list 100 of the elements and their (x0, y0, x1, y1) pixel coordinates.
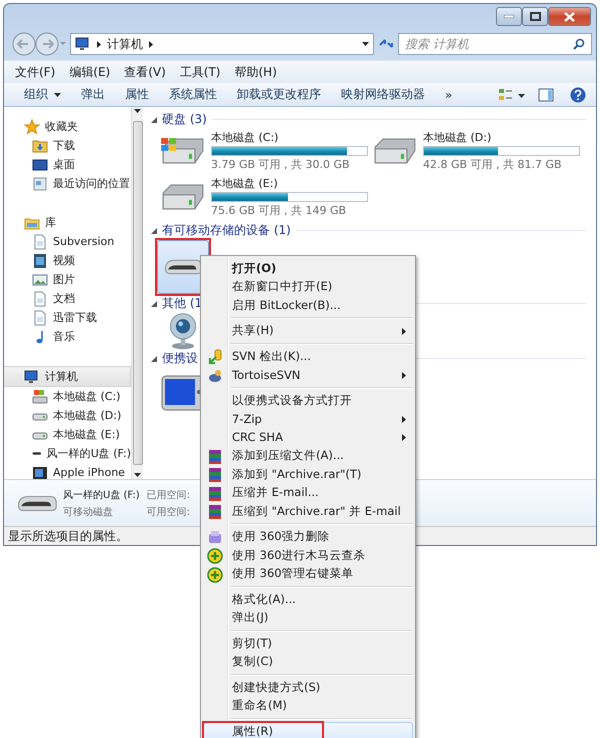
menu-item[interactable]: 工具(T) (172, 64, 228, 80)
computer-icon (75, 36, 91, 52)
toolbar-button[interactable]: 系统属性 (161, 86, 229, 103)
breadcrumb-arrow-icon[interactable] (97, 40, 101, 48)
help-icon[interactable] (570, 86, 586, 102)
detail-label: 已用空间: (146, 488, 190, 502)
sidebar-item[interactable]: 迅雷下载 (4, 308, 131, 327)
video-icon (32, 252, 48, 268)
drive-item[interactable]: 本地磁盘 (D:) 42.8 GB 可用 , 共 81.7 GB (371, 130, 583, 172)
collapse-triangle-icon[interactable] (151, 116, 157, 122)
context-menu-item[interactable]: 使用 360进行木马云查杀 (203, 546, 413, 564)
context-menu-item[interactable]: 添加到 "Archive.rar"(T) (203, 465, 413, 484)
context-menu-item[interactable]: SVN 检出(K)... (203, 347, 413, 366)
context-menu-item[interactable]: 启用 BitLocker(B)... (203, 296, 413, 314)
desktop-icon (32, 156, 48, 172)
sidebar-label: 收藏夹 (45, 119, 78, 134)
toolbar-button[interactable]: 卸载或更改程序 (229, 86, 333, 103)
submenu-arrow-icon (402, 328, 406, 334)
context-menu-item[interactable]: 以便携式设备方式打开 (203, 391, 413, 410)
context-menu-item[interactable]: 属性(R) (203, 722, 413, 738)
sidebar-item[interactable]: Apple iPhone (4, 463, 131, 482)
toolbar-button[interactable]: 组织 (16, 86, 73, 103)
maximize-button[interactable] (522, 7, 548, 26)
context-menu-item[interactable]: 使用 360强力删除 (203, 528, 413, 546)
collapse-triangle-icon[interactable] (151, 228, 157, 234)
sidebar-label: Subversion (53, 235, 114, 248)
turtle-icon (207, 368, 223, 384)
sidebar-item[interactable]: 桌面 (4, 155, 131, 174)
context-menu-item[interactable]: 在新窗口中打开(E) (203, 278, 413, 296)
sidebar-label: 下载 (53, 138, 75, 153)
sidebar-item[interactable]: 本地磁盘 (C:) (4, 387, 131, 406)
sidebar-label: 本地磁盘 (C:) (53, 389, 120, 404)
checkout-arrow-icon (207, 349, 223, 365)
sidebar-label: 迅雷下载 (53, 310, 97, 325)
context-menu-item[interactable]: 重命名(M) (203, 696, 413, 715)
context-menu-item[interactable]: 添加到压缩文件(A)... (203, 446, 413, 465)
preview-pane-icon[interactable] (538, 86, 554, 102)
context-menu-item[interactable]: 使用 360管理右键菜单 (203, 564, 413, 583)
sidebar-item[interactable]: 库 (4, 213, 131, 232)
section-header: 其他 (1 (162, 295, 202, 312)
menu-item[interactable]: 文件(F) (8, 64, 62, 80)
sidebar-label: 最近访问的位置 (53, 176, 130, 191)
minimize-button[interactable] (496, 7, 522, 26)
context-menu-item[interactable]: 共享(H) (203, 322, 413, 340)
context-menu-item[interactable]: 格式化(A)... (203, 590, 413, 608)
drive-item[interactable]: 本地磁盘 (C:) 3.79 GB 可用 , 共 30.0 GB (159, 130, 371, 172)
sidebar-label: Apple iPhone (53, 466, 125, 479)
toolbar-button[interactable]: 映射网络驱动器 (333, 86, 437, 103)
context-menu-item[interactable]: 压缩到 "Archive.rar" 并 E-mail (203, 502, 413, 520)
toolbar-button[interactable]: » (437, 88, 464, 102)
sidebar-item[interactable]: 图片 (4, 270, 131, 289)
view-options-icon[interactable] (498, 86, 526, 102)
search-field[interactable]: 搜索 计算机 (398, 33, 592, 55)
collapse-triangle-icon[interactable] (151, 300, 157, 306)
sidebar-item[interactable]: Subversion (4, 232, 131, 251)
toolbar-button[interactable]: 属性 (117, 86, 161, 103)
drive-item[interactable]: 本地磁盘 (E:) 75.6 GB 可用 , 共 149 GB (159, 176, 371, 218)
sidebar-label: 音乐 (53, 329, 75, 344)
sidebar-item[interactable]: 音乐 (4, 327, 131, 346)
document-icon (32, 310, 48, 326)
sidebar-label: 桌面 (53, 157, 75, 172)
caret-icon (134, 109, 141, 113)
sidebar-item[interactable]: 计算机 (4, 366, 131, 387)
search-icon[interactable] (573, 38, 585, 50)
context-menu-item[interactable]: 复制(C) (203, 652, 413, 671)
toolbar-button[interactable]: 弹出 (73, 86, 117, 103)
drive-space-text: 3.79 GB 可用 , 共 30.0 GB (211, 157, 351, 172)
context-menu-item[interactable]: 7-Zip (203, 410, 413, 428)
scrollbar[interactable] (131, 107, 143, 479)
sidebar-item[interactable]: 收藏夹 (4, 117, 131, 136)
context-menu-item[interactable]: TortoiseSVN (203, 366, 413, 384)
submenu-arrow-icon (402, 372, 406, 378)
sidebar-item[interactable]: 下载 (4, 136, 131, 155)
section-header: 有可移动存储的设备 (1) (162, 222, 291, 239)
context-menu-item[interactable]: 压缩并 E-mail... (203, 484, 413, 502)
sidebar-item[interactable]: 风一样的U盘 (F:) (4, 444, 131, 463)
minimize-icon (504, 15, 514, 18)
menu-item[interactable]: 编辑(E) (62, 64, 118, 80)
breadcrumb-item[interactable]: 计算机 (107, 36, 143, 52)
collapse-triangle-icon[interactable] (151, 356, 157, 362)
sidebar-item[interactable]: 文档 (4, 289, 131, 308)
archive-books-icon (207, 486, 223, 502)
context-menu-item[interactable]: 剪切(T) (203, 634, 413, 652)
address-bar[interactable]: 计算机 (70, 33, 374, 55)
sidebar-item[interactable]: 本地磁盘 (E:) (4, 425, 131, 444)
sidebar-item[interactable]: 最近访问的位置 (4, 174, 131, 193)
context-menu-item[interactable]: CRC SHA (203, 428, 413, 446)
context-menu-item[interactable]: 打开(O) (203, 259, 413, 278)
menu-item[interactable]: 帮助(H) (228, 64, 284, 80)
sidebar-item[interactable]: 视频 (4, 251, 131, 270)
close-button[interactable] (548, 7, 591, 26)
caret-icon (134, 473, 141, 477)
sidebar-item[interactable]: 本地磁盘 (D:) (4, 406, 131, 425)
maximize-icon (530, 12, 540, 21)
breadcrumb-arrow-icon[interactable] (149, 40, 153, 48)
download-folder-icon (32, 138, 48, 154)
context-menu-item[interactable]: 弹出(J) (203, 608, 413, 627)
menu-item[interactable]: 查看(V) (117, 64, 173, 80)
context-menu-item[interactable]: 创建快捷方式(S) (203, 678, 413, 696)
sidebar-label: 库 (45, 215, 56, 230)
